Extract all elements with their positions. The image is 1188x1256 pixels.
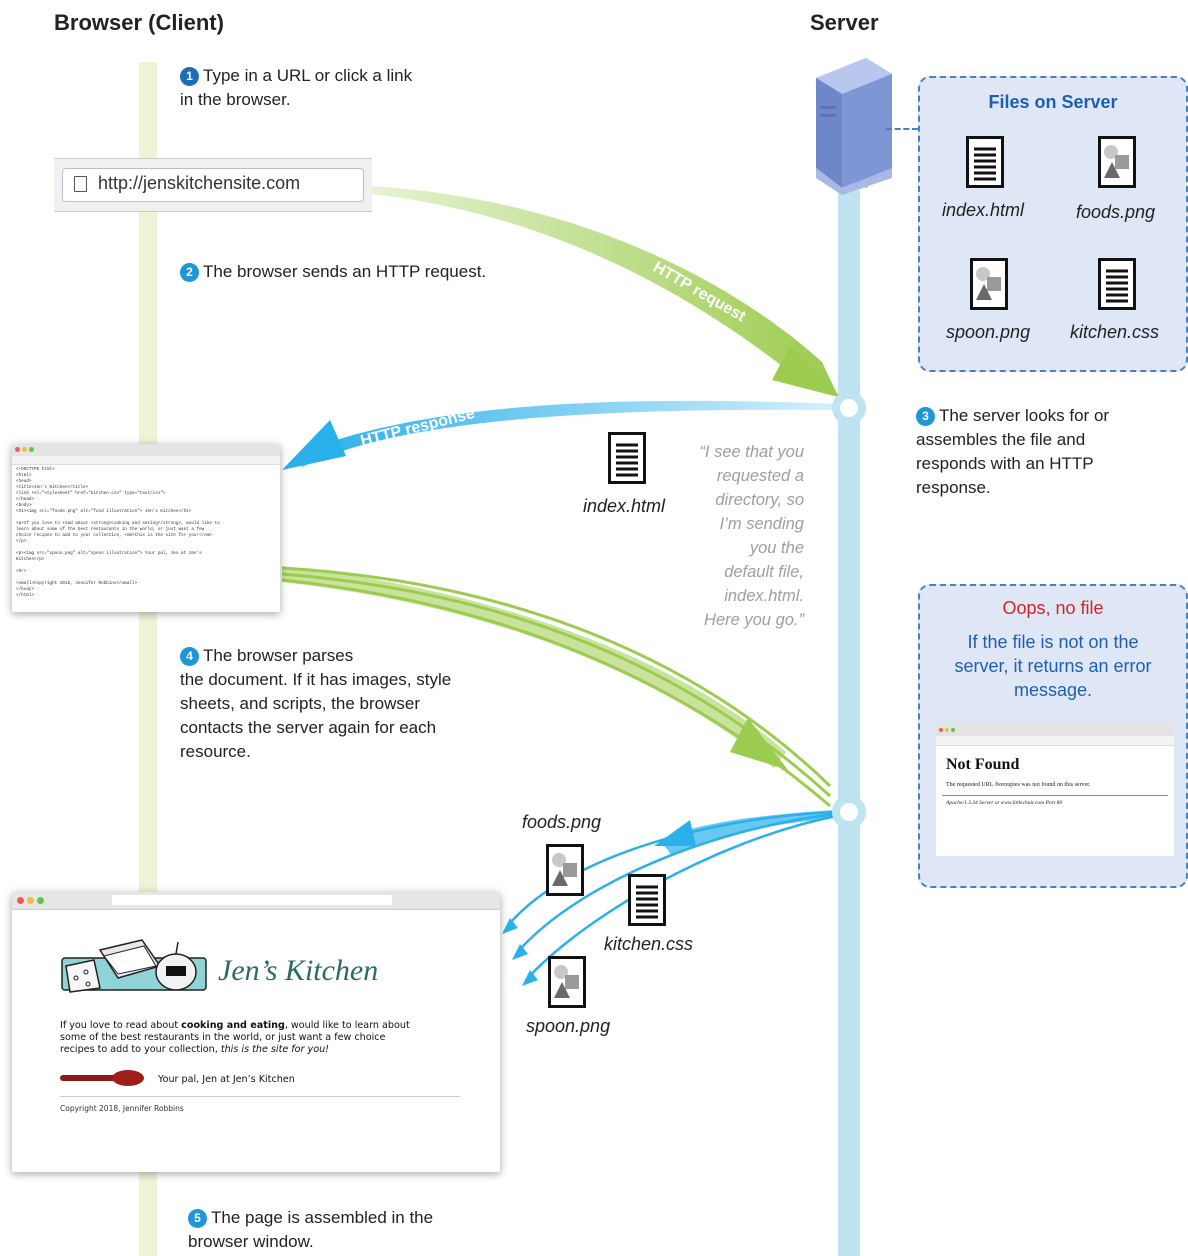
error-box: Oops, no file If the file is not on the s… <box>918 584 1188 888</box>
request-arrow-label: HTTP request <box>650 259 749 326</box>
step-5: 5 The page is assembled in the browser wi… <box>188 1208 434 1251</box>
page-divider <box>60 1096 460 1097</box>
error-page-screenshot: Not Found The requested URL /boroupies w… <box>936 724 1174 856</box>
response-arrow-head <box>282 420 346 470</box>
spoon-illustration <box>60 1070 144 1086</box>
image-icon <box>548 956 586 1008</box>
source-code: <!DOCTYPE html> <html> <head> <title>Jen's… <box>16 467 220 598</box>
image-icon <box>546 844 584 896</box>
response-arrow-label: HTTP response <box>359 405 477 450</box>
site-title: Jen’s Kitchen <box>218 954 379 987</box>
error-page-footer: Apache/1.3.34 Server at www.littlechair.… <box>946 800 1063 806</box>
document-icon <box>608 432 646 484</box>
error-page-title: Not Found <box>946 756 1020 773</box>
copyright: Copyright 2018, Jennifer Robbins <box>60 1104 184 1113</box>
intro-paragraph: If you love to read about cooking and ea… <box>60 1020 410 1055</box>
error-description: If the file is not on the server, it retu… <box>954 632 1152 700</box>
resource-label-foods: foods.png <box>522 812 602 832</box>
step-number: 3 <box>916 407 935 426</box>
step-4: 4 The browser parses the document. If it … <box>180 646 452 761</box>
document-icon <box>628 874 666 926</box>
signoff: Your pal, Jen at Jen’s Kitchen <box>158 1074 295 1085</box>
resource-label-kitchen: kitchen.css <box>604 934 694 954</box>
step-3: 3 The server looks for or assembles the f… <box>916 406 1110 497</box>
response-file-label: index.html <box>583 496 666 516</box>
source-code-window: <!DOCTYPE html> <html> <head> <title>Jen's… <box>12 444 280 612</box>
server-node <box>832 795 866 829</box>
resource-label-spoon: spoon.png <box>526 1016 611 1036</box>
error-page-text: The requested URL /boroupies was not fou… <box>946 782 1091 788</box>
resource-response-head <box>654 820 696 846</box>
food-illustration <box>61 939 207 993</box>
server-node <box>832 391 866 425</box>
step-number: 4 <box>180 647 199 666</box>
request-arrow <box>372 186 838 396</box>
server-quote: “I see that you requested a directory, so … <box>699 443 804 629</box>
step-number: 5 <box>188 1209 207 1228</box>
rendered-page-window: Jen’s Kitchen If you love to read about … <box>12 892 500 1172</box>
error-title: Oops, no file <box>1002 598 1104 618</box>
